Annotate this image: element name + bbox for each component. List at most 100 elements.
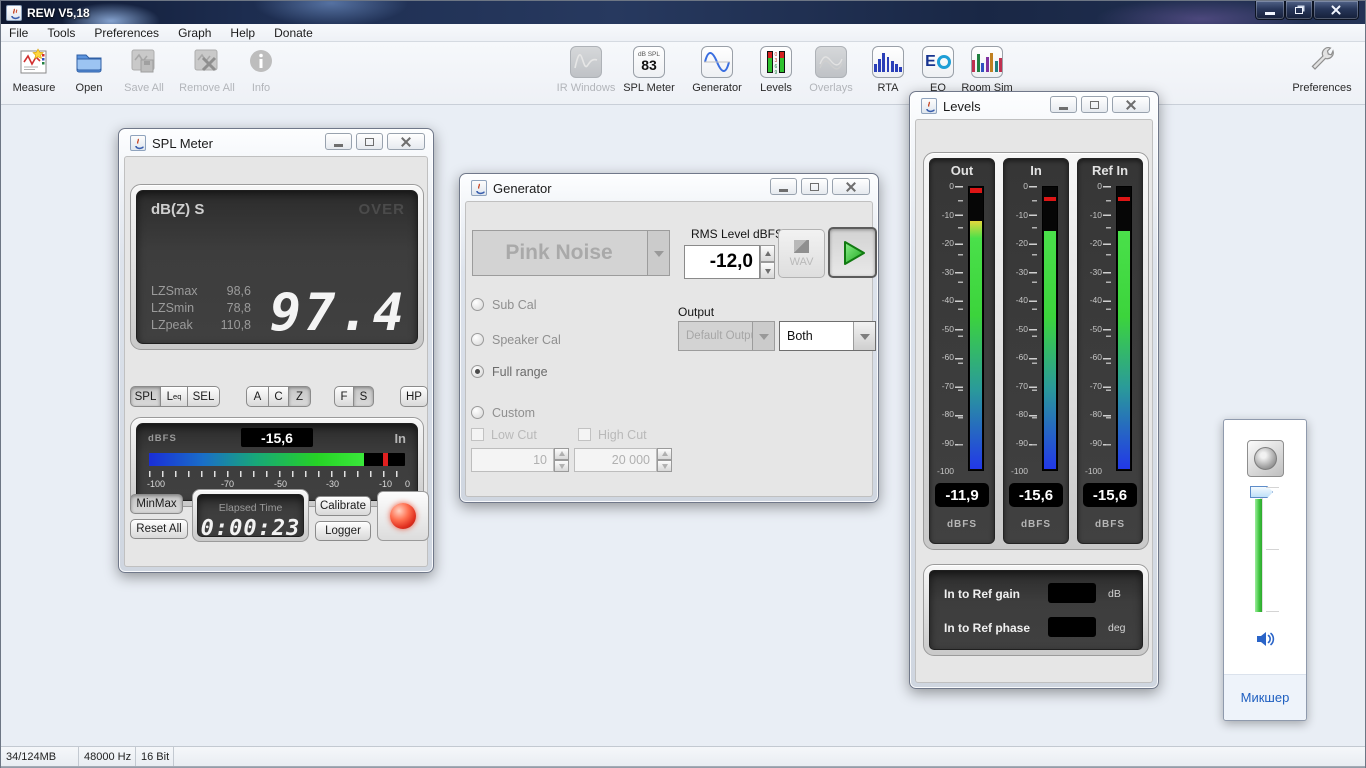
close-icon [1330, 4, 1342, 16]
calibrate-button[interactable]: Calibrate [315, 496, 371, 516]
ir-windows-icon [569, 45, 603, 79]
levels-window-title: Levels [943, 99, 981, 114]
rta-icon [871, 45, 905, 79]
sub-cal-radio[interactable] [471, 298, 484, 311]
menu-tools[interactable]: Tools [47, 26, 75, 40]
levels-minimize-button[interactable] [1050, 96, 1077, 113]
meter-in-scale: 0-10-20-30-40-50-60-70-80-90-100 [1004, 186, 1039, 471]
generator-restore-button[interactable] [801, 178, 828, 195]
combo-arrow-icon [853, 322, 875, 350]
rms-level-stepper[interactable] [760, 245, 775, 279]
dbfs-tick-marks [149, 471, 405, 477]
spin-up-icon[interactable] [760, 245, 775, 262]
spin-down-icon [554, 460, 569, 472]
reset-all-button[interactable]: Reset All [130, 519, 188, 539]
fast-button[interactable]: F [334, 386, 354, 407]
levels-restore-button[interactable] [1081, 96, 1108, 113]
spl-minimize-button[interactable] [325, 133, 352, 150]
elapsed-time-value: 0:00:23 [198, 516, 303, 541]
toolbar-generator[interactable]: Generator [684, 45, 750, 103]
generator-window-titlebar[interactable]: Generator [466, 178, 552, 198]
remove-all-icon [190, 45, 224, 79]
restore-icon [1295, 7, 1303, 14]
meter-ref-in: Ref In 0-10-20-30-40-50-60-70-80-90-100 … [1077, 158, 1143, 544]
toolbar-open[interactable]: Open [61, 45, 117, 103]
spl-meter-icon: dB SPL83 [632, 45, 666, 79]
open-folder-icon [72, 45, 106, 79]
speaker-cal-radio[interactable] [471, 333, 484, 346]
mixer-link[interactable]: Микшер [1241, 690, 1290, 705]
restore-icon [365, 138, 374, 146]
preferences-wrench-icon [1305, 45, 1339, 79]
a-weight-button[interactable]: A [246, 386, 269, 407]
levels-window-titlebar[interactable]: Levels [916, 96, 981, 116]
toolbar-preferences[interactable]: Preferences [1288, 45, 1356, 103]
play-button[interactable] [828, 227, 877, 278]
main-titlebar[interactable]: REW V5,18 [1, 1, 1365, 24]
meter-in-fill [1044, 231, 1056, 469]
eq-icon: E [921, 45, 955, 79]
minmax-button[interactable]: MinMax [130, 494, 183, 514]
c-weight-button[interactable]: C [269, 386, 289, 407]
levels-close-button[interactable] [1112, 96, 1150, 113]
menu-file[interactable]: File [9, 26, 28, 40]
restore-button[interactable] [1285, 1, 1313, 20]
spl-display-panel: dB(Z) S OVER LZSmax98,6 LZSmin78,8 LZpea… [130, 184, 424, 350]
high-cut-label: High Cut [598, 428, 647, 442]
in-to-ref-panel: In to Ref gain dB In to Ref phase deg [923, 564, 1149, 656]
hp-button[interactable]: HP [400, 386, 428, 407]
toolbar-levels[interactable]: 0369 Levels [752, 45, 800, 103]
generator-window-icon [471, 180, 487, 196]
minimize-button[interactable] [1255, 1, 1285, 20]
menu-graph[interactable]: Graph [178, 26, 211, 40]
meter-out-bar [968, 186, 984, 471]
low-cut-input: 10 [471, 448, 554, 472]
minimize-icon [779, 189, 788, 192]
meter-out-scale: 0-10-20-30-40-50-60-70-80-90-100 [930, 186, 965, 471]
status-memory: 34/124MB [1, 747, 79, 766]
toolbar-measure[interactable]: Measure [6, 45, 62, 103]
info-icon [244, 45, 278, 79]
slider-tick [1266, 549, 1279, 550]
status-bit-depth: 16 Bit [136, 747, 174, 766]
speaker-cone-icon [1254, 447, 1277, 470]
generator-close-button[interactable] [832, 178, 870, 195]
slow-button[interactable]: S [354, 386, 374, 407]
menu-help[interactable]: Help [230, 26, 255, 40]
spl-weighting-buttons: A C Z [246, 386, 311, 407]
spl-restore-button[interactable] [356, 133, 383, 150]
spl-window-titlebar[interactable]: SPL Meter [125, 133, 213, 153]
meter-ref-in-peak [1118, 197, 1130, 202]
z-weight-button[interactable]: Z [289, 386, 311, 407]
measure-icon [17, 45, 51, 79]
spl-reading: 97.4 [270, 283, 407, 343]
minimize-icon [334, 144, 343, 147]
wav-button: WAV [778, 229, 825, 278]
output-channel-combo[interactable]: Both [779, 321, 876, 351]
high-cut-checkbox [578, 428, 591, 441]
leq-button[interactable]: Leq [161, 386, 188, 407]
menu-donate[interactable]: Donate [274, 26, 313, 40]
toolbar-spl-meter[interactable]: dB SPL83 SPL Meter [616, 45, 682, 103]
mute-speaker-button[interactable] [1255, 630, 1277, 648]
low-cut-stepper [554, 448, 569, 472]
close-button[interactable] [1313, 1, 1359, 20]
spl-meter-window: SPL Meter dB(Z) S OVER LZSmax98,6 LZSmin… [118, 128, 434, 573]
logger-button[interactable]: Logger [315, 521, 371, 541]
generator-minimize-button[interactable] [770, 178, 797, 195]
combo-arrow-icon [647, 231, 669, 275]
spl-mode-buttons: SPL Leq SEL [130, 386, 220, 407]
meter-in-value: -15,6 [1009, 483, 1063, 507]
spl-close-button[interactable] [387, 133, 425, 150]
custom-radio[interactable] [471, 406, 484, 419]
toolbar-rta[interactable]: RTA [870, 45, 906, 103]
rms-level-input[interactable]: -12,0 [684, 245, 760, 279]
record-button[interactable] [377, 491, 429, 541]
full-range-radio[interactable] [471, 365, 484, 378]
sel-button[interactable]: SEL [188, 386, 220, 407]
spl-over-indicator: OVER [358, 201, 405, 218]
restore-icon [1090, 101, 1099, 109]
spl-button[interactable]: SPL [130, 386, 161, 407]
menu-preferences[interactable]: Preferences [94, 26, 159, 40]
spin-down-icon[interactable] [760, 262, 775, 279]
